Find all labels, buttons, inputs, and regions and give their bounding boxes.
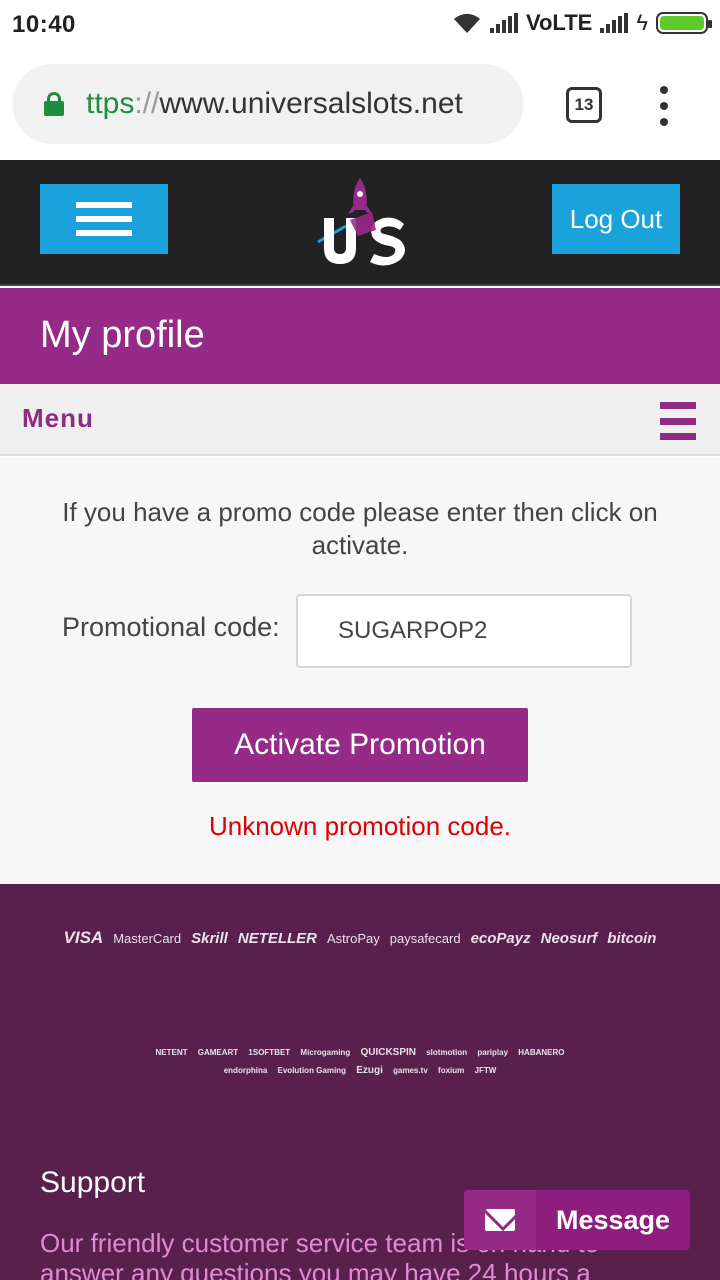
- signal-icon: [489, 13, 518, 33]
- activate-promotion-button[interactable]: Activate Promotion: [192, 708, 528, 782]
- payment-astropay-logo: AstroPay: [326, 930, 380, 946]
- browser-toolbar: ttps://www.universalslots.net 13: [0, 50, 720, 160]
- envelope-icon: [485, 1209, 515, 1231]
- payment-methods: VISA MasterCard Skrill NETELLER AstroPay…: [0, 928, 720, 948]
- url-host: www.universalslots.net: [159, 87, 463, 120]
- profile-title-bar: My profile: [0, 288, 720, 384]
- site-header: US Log Out: [0, 160, 720, 286]
- hamburger-menu-button[interactable]: [40, 184, 168, 254]
- url-separator: ://: [134, 87, 160, 120]
- provider-logo: Microgaming: [300, 1048, 351, 1057]
- provider-logo: Ezugi: [356, 1065, 383, 1076]
- more-options-icon[interactable]: [656, 86, 672, 126]
- promo-section: If you have a promo code please enter th…: [0, 458, 720, 884]
- provider-logo: GAMEART: [197, 1048, 239, 1057]
- url-scheme: ttps: [86, 87, 135, 120]
- page-title: My profile: [40, 314, 205, 356]
- logout-button[interactable]: Log Out: [552, 184, 680, 254]
- game-providers: NETENT GAMEART 1SOFTBET Microgaming QUIC…: [80, 1044, 640, 1080]
- promo-error-message: Unknown promotion code.: [208, 811, 512, 841]
- provider-logo: foxium: [438, 1066, 465, 1075]
- status-time: 10:40: [12, 11, 76, 38]
- battery-icon: [656, 12, 712, 34]
- message-button-label: Message: [555, 1204, 671, 1235]
- provider-logo: games.tv: [393, 1066, 428, 1075]
- provider-logo: endorphina: [223, 1066, 268, 1075]
- payment-bitcoin-logo: bitcoin: [607, 929, 657, 947]
- charging-icon: ϟ: [636, 10, 648, 35]
- provider-logo: JFTW: [474, 1066, 497, 1075]
- profile-menu-toggle[interactable]: Menu: [0, 384, 720, 456]
- signal-icon-2: [600, 13, 629, 33]
- provider-logo: slotmotion: [426, 1048, 468, 1057]
- payment-neteller-logo: NETELLER: [237, 929, 317, 947]
- provider-logo: 1SOFTBET: [248, 1048, 291, 1057]
- lock-icon: [44, 92, 64, 116]
- provider-logo: pariplay: [477, 1048, 509, 1057]
- site-logo[interactable]: US: [306, 174, 414, 274]
- provider-logo: HABANERO: [518, 1048, 565, 1057]
- payment-neosurf-logo: Neosurf: [540, 929, 598, 947]
- promo-instructions: If you have a promo code please enter th…: [62, 497, 658, 560]
- menu-list-icon[interactable]: [660, 402, 696, 440]
- tab-switcher-button[interactable]: 13: [566, 87, 602, 123]
- payment-paysafecard-logo: paysafecard: [389, 930, 461, 946]
- promo-code-input[interactable]: [296, 594, 632, 668]
- payment-skrill-logo: Skrill: [191, 929, 228, 947]
- promo-code-label: Promotional code:: [62, 612, 280, 642]
- provider-logo: NETENT: [155, 1048, 188, 1057]
- network-type: VoLTE: [525, 10, 593, 35]
- support-heading: Support: [40, 1166, 146, 1199]
- logo-text: US: [306, 174, 308, 175]
- message-chat-button[interactable]: Message: [464, 1190, 690, 1250]
- status-icons: VoLTE ϟ: [452, 10, 712, 36]
- payment-mastercard-logo: MasterCard: [113, 930, 182, 946]
- payment-ecopayz-logo: ecoPayz: [470, 929, 531, 947]
- menu-label: Menu: [22, 403, 94, 433]
- wifi-icon: [453, 13, 480, 33]
- envelope-icon-box: [464, 1190, 536, 1250]
- status-bar: 10:40 VoLTE ϟ: [0, 0, 720, 50]
- address-bar[interactable]: ttps://www.universalslots.net: [12, 64, 524, 144]
- provider-logo: Evolution Gaming: [277, 1066, 346, 1075]
- provider-logo: QUICKSPIN: [360, 1047, 416, 1058]
- payment-visa-logo: VISA: [63, 928, 104, 947]
